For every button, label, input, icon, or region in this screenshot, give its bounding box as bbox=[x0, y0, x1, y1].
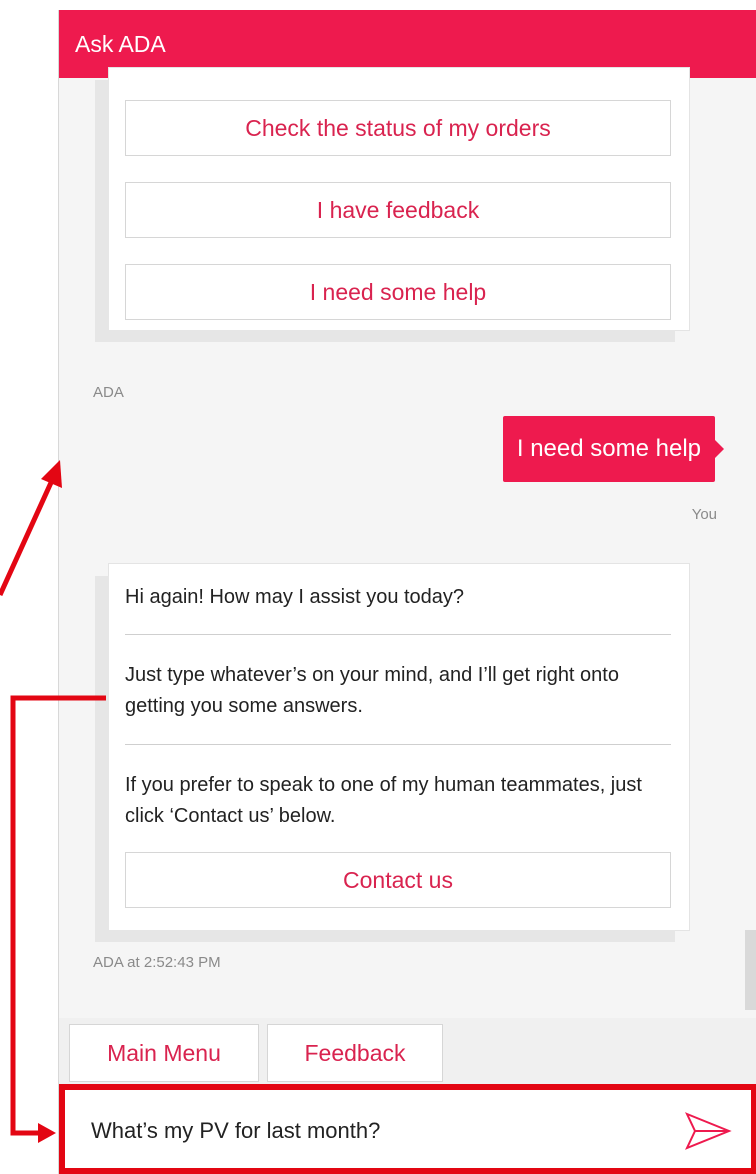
feedback-button[interactable]: Feedback bbox=[267, 1024, 443, 1082]
option-feedback-button[interactable]: I have feedback bbox=[125, 182, 671, 238]
reply-paragraph-1: Hi again! How may I assist you today? bbox=[125, 586, 465, 608]
reply-paragraph-3: If you prefer to speak to one of my huma… bbox=[125, 774, 642, 827]
message-input-container bbox=[59, 1084, 756, 1174]
chat-panel: Ask ADA Check the status of my orders I … bbox=[58, 10, 756, 1174]
main-menu-button[interactable]: Main Menu bbox=[69, 1024, 259, 1082]
reply-paragraph-2: Just type whatever’s on your mind, and I… bbox=[125, 664, 619, 717]
bot-reply-card: Hi again! How may I assist you today? Ju… bbox=[109, 564, 689, 930]
user-label: You bbox=[691, 506, 717, 523]
send-icon[interactable] bbox=[683, 1108, 733, 1154]
contact-us-button[interactable]: Contact us bbox=[125, 852, 671, 908]
option-need-help-button[interactable]: I need some help bbox=[125, 264, 671, 320]
user-message-bubble: I need some help bbox=[502, 416, 725, 482]
message-area[interactable]: Check the status of my orders I have fee… bbox=[59, 68, 756, 1018]
scrollbar-thumb[interactable] bbox=[745, 930, 756, 1010]
divider bbox=[125, 634, 671, 635]
divider bbox=[125, 744, 671, 745]
option-check-orders-button[interactable]: Check the status of my orders bbox=[125, 100, 671, 156]
message-input[interactable] bbox=[89, 1110, 653, 1152]
menu-card: Check the status of my orders I have fee… bbox=[109, 68, 689, 330]
bot-timestamp: ADA at 2:52:43 PM bbox=[93, 954, 221, 971]
bot-label: ADA bbox=[93, 384, 124, 401]
